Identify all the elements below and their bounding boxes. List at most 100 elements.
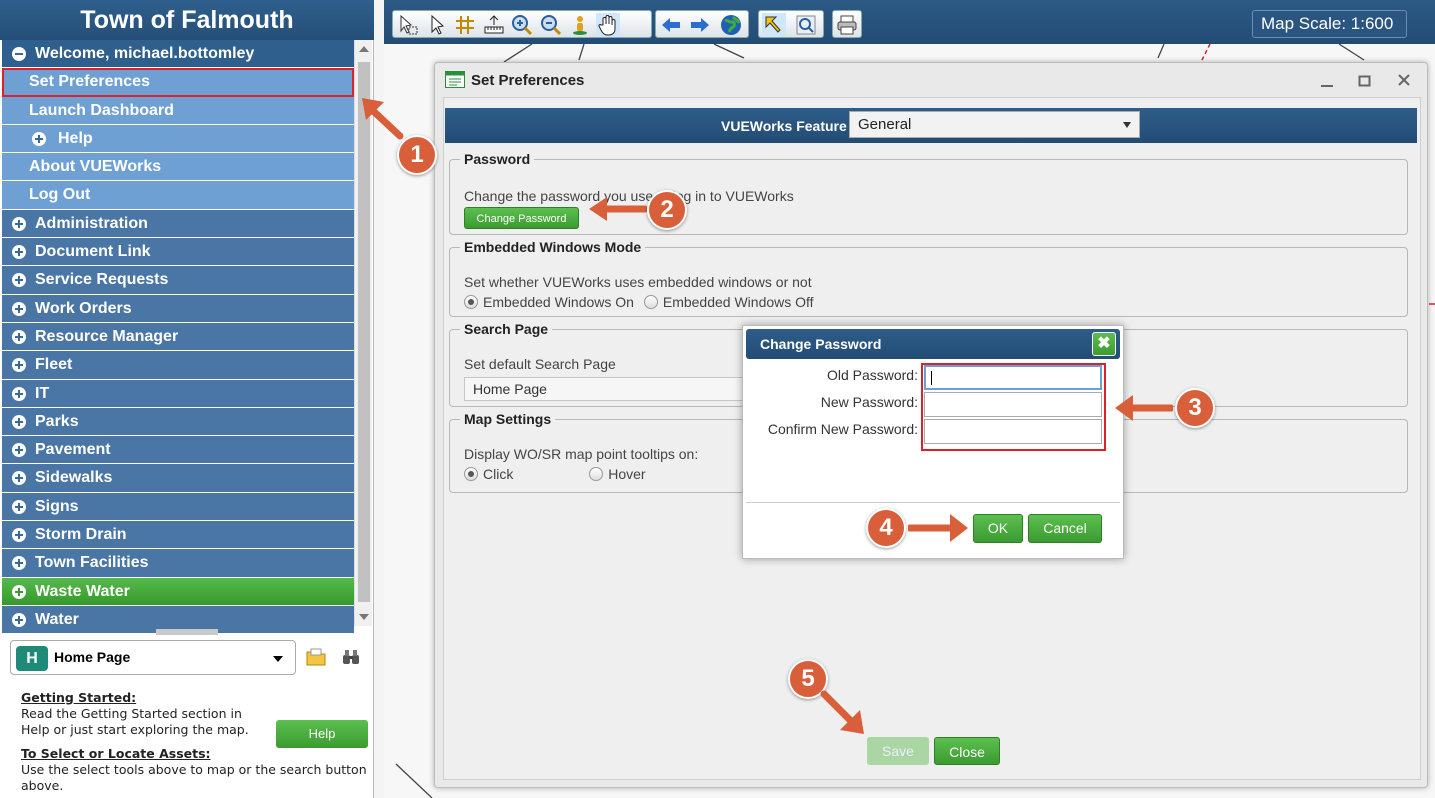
zoom-out-icon[interactable]: [539, 13, 563, 37]
menu-group-it[interactable]: IT: [2, 379, 354, 408]
menu-group-resource-manager[interactable]: Resource Manager: [2, 322, 354, 352]
embedded-on-radio[interactable]: [464, 295, 478, 309]
menu-group-parks[interactable]: Parks: [2, 407, 354, 437]
select-box-icon[interactable]: [396, 13, 420, 37]
map-toolbar: Map Scale: 1:600: [384, 0, 1435, 44]
menu-group-work-orders[interactable]: Work Orders: [2, 294, 354, 323]
search-page-select[interactable]: Home Page: [464, 377, 754, 401]
menu-group-service-requests[interactable]: Service Requests: [2, 266, 354, 295]
menu-item-label: Launch Dashboard: [29, 101, 174, 119]
forward-arrow-icon[interactable]: [688, 13, 712, 37]
menu-group-town-facilities[interactable]: Town Facilities: [2, 549, 354, 578]
feature-select-value: General: [858, 116, 912, 133]
embedded-description: Set whether VUEWorks uses embedded windo…: [464, 274, 812, 290]
embedded-off-radio[interactable]: [643, 295, 658, 309]
map-tooltip-options: Click Hover: [464, 466, 646, 482]
menu-group-label: Service Requests: [35, 271, 169, 289]
menu-group-signs[interactable]: Signs: [2, 492, 354, 522]
feature-label: VUEWorks Feature: [721, 118, 847, 134]
tooltip-click-radio[interactable]: [464, 467, 478, 481]
scroll-up-icon[interactable]: [359, 46, 369, 52]
expand-icon: [12, 584, 26, 599]
menu-group-pavement[interactable]: Pavement: [2, 436, 354, 465]
zoom-in-icon[interactable]: [510, 13, 534, 37]
left-panel: Town of Falmouth Welcome, michael.bottom…: [0, 0, 374, 798]
scroll-thumb[interactable]: [358, 62, 370, 602]
menu-about[interactable]: About VUEWorks: [2, 153, 354, 182]
menu-item-label: About VUEWorks: [29, 158, 162, 176]
measure-icon[interactable]: [482, 13, 506, 37]
menu-group-label: Administration: [35, 214, 148, 232]
tooltip-hover-radio[interactable]: [589, 467, 604, 481]
expand-icon: [12, 386, 26, 401]
menu-item-label: Help: [58, 129, 93, 147]
menu-group-label: Storm Drain: [35, 526, 127, 544]
maximize-icon[interactable]: [1357, 73, 1373, 89]
getting-started-text: Read the Getting Started section in Help…: [21, 706, 249, 737]
collapse-icon: [12, 47, 26, 61]
globe-icon[interactable]: [719, 13, 743, 37]
find-icon[interactable]: [794, 13, 818, 37]
menu-group-waste-water[interactable]: Waste Water: [2, 577, 354, 606]
expand-icon: [12, 358, 26, 373]
embedded-options: Embedded Windows On Embedded Windows Off: [464, 294, 814, 310]
expand-icon: [12, 414, 26, 429]
cancel-button[interactable]: Cancel: [1028, 514, 1102, 543]
menu-group-sidewalks[interactable]: Sidewalks: [2, 464, 354, 493]
password-group: Password Change the password you use to …: [449, 151, 1408, 235]
menu-group-label: IT: [35, 384, 50, 402]
folder-icon[interactable]: [305, 646, 327, 668]
menu-group-administration[interactable]: Administration: [2, 209, 354, 239]
menu-launch-dashboard[interactable]: Launch Dashboard: [2, 96, 354, 125]
menu-logout[interactable]: Log Out: [2, 181, 354, 210]
scroll-down-icon[interactable]: [359, 614, 369, 620]
close-button[interactable]: Close: [934, 737, 1000, 765]
pointer-icon[interactable]: [425, 13, 449, 37]
expand-icon: [12, 443, 26, 458]
change-password-button[interactable]: Change Password: [464, 207, 579, 229]
menu-help[interactable]: Help: [2, 124, 354, 154]
homepage-dropdown[interactable]: H Home Page: [10, 640, 296, 675]
help-button[interactable]: Help: [276, 720, 368, 748]
menu-group-label: Water: [35, 610, 79, 628]
identify-icon[interactable]: [762, 13, 786, 37]
expand-icon: [12, 528, 26, 543]
back-arrow-icon[interactable]: [659, 13, 683, 37]
menu-set-preferences[interactable]: Set Preferences: [2, 68, 354, 97]
binoculars-icon[interactable]: [340, 646, 362, 668]
callout-arrow-5: [820, 690, 864, 734]
expand-icon: [12, 471, 26, 486]
menu-group-label: Fleet: [35, 356, 73, 374]
ok-button[interactable]: OK: [973, 514, 1023, 543]
menu-group-document-link[interactable]: Document Link: [2, 238, 354, 267]
expand-icon: [12, 612, 26, 627]
confirm-password-label: Confirm New Password:: [767, 421, 918, 437]
step-2-badge: 2: [647, 190, 687, 230]
chevron-down-icon: [1123, 122, 1131, 128]
app-title: Town of Falmouth: [0, 0, 374, 40]
grid-icon[interactable]: [453, 13, 477, 37]
menu-group-label: Signs: [35, 497, 79, 515]
street-view-icon[interactable]: [568, 13, 592, 37]
expand-icon: [12, 273, 26, 288]
select-assets-text: Use the select tools above to map or the…: [21, 762, 367, 793]
close-icon[interactable]: [1396, 72, 1412, 88]
panel-splitter[interactable]: [156, 629, 218, 635]
step-3-badge: 3: [1175, 388, 1215, 428]
menu-item-label: Set Preferences: [29, 73, 150, 91]
print-icon[interactable]: [835, 13, 859, 37]
save-button[interactable]: Save: [867, 737, 929, 765]
pan-hand-icon[interactable]: [596, 13, 620, 37]
menu-group-fleet[interactable]: Fleet: [2, 351, 354, 380]
tooltip-hover-label: Hover: [608, 466, 646, 482]
menu-group-storm-drain[interactable]: Storm Drain: [2, 521, 354, 550]
dialog-close-icon[interactable]: ✖: [1092, 332, 1116, 356]
search-description: Set default Search Page: [464, 356, 616, 372]
dialog-title: Change Password: [760, 336, 882, 352]
feature-bar: VUEWorks Feature General: [445, 108, 1417, 143]
menu-group-label: Town Facilities: [35, 554, 149, 572]
feature-select[interactable]: General: [849, 111, 1140, 138]
menu-welcome[interactable]: Welcome, michael.bottomley: [2, 40, 354, 69]
minimize-icon[interactable]: [1319, 73, 1335, 89]
embedded-on-label: Embedded Windows On: [483, 294, 634, 310]
